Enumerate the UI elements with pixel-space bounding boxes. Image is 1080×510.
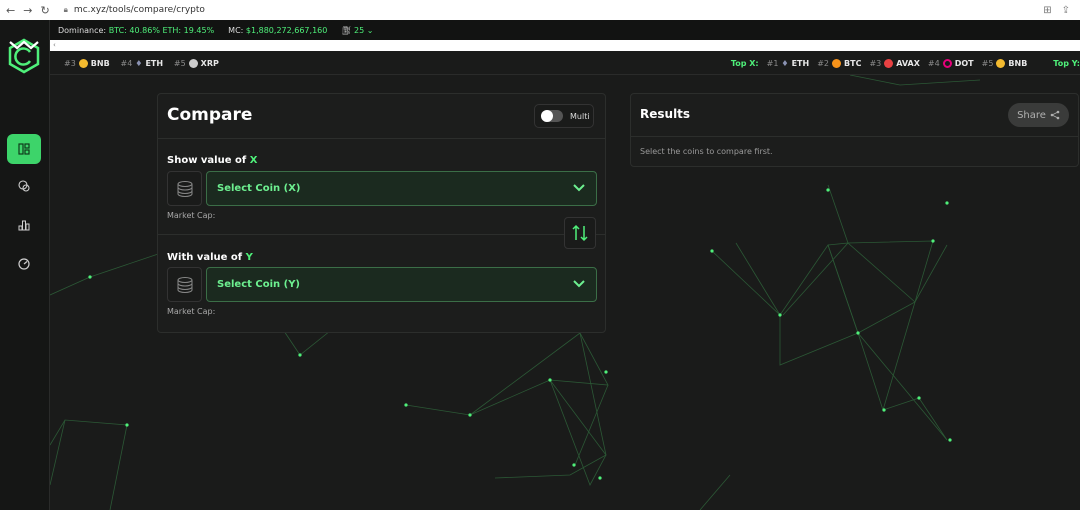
chevron-down-icon (573, 184, 585, 192)
browser-nav: ← → ↻ (6, 4, 50, 17)
xrp-icon (188, 59, 198, 68)
forward-icon[interactable]: → (23, 4, 32, 17)
gas-pump-icon: ⛽︎ (341, 25, 352, 35)
share-page-icon[interactable]: ⇪ (1062, 5, 1070, 16)
sidebar-item-compare[interactable] (7, 134, 41, 164)
coin-stack-icon (177, 180, 192, 197)
ticker-item[interactable]: #5 BNB (982, 59, 1027, 68)
coins-icon (18, 180, 30, 192)
share-icon (1050, 110, 1060, 120)
bnb-icon (78, 59, 88, 68)
gauge-icon (18, 258, 30, 270)
chart-icon (18, 220, 30, 231)
logo-icon[interactable] (8, 38, 40, 74)
swap-button[interactable] (564, 217, 596, 249)
bnb-icon (996, 59, 1006, 68)
ticker-top-x-group: Top X: #1 ♦ ETH #2 BTC #3 AVAX #4 DOT #5 BNB T… (731, 59, 1080, 68)
top-x-label: Top X: (730, 59, 759, 68)
coin-x-placeholder (167, 171, 202, 206)
chevron-down-icon: ⌄ (366, 25, 374, 35)
address-bar[interactable]: 🔒︎ mc.xyz/tools/compare/crypto (64, 5, 205, 15)
select-coin-y[interactable]: Select Coin (Y) (206, 267, 597, 302)
results-title: Results (640, 107, 691, 121)
sidebar-item-coins[interactable] (7, 171, 41, 201)
select-coin-x-label: Select Coin (X) (217, 183, 301, 194)
url-text: mc.xyz/tools/compare/crypto (73, 5, 205, 15)
gas-value: 25 (354, 25, 365, 35)
x-field-label: Show value of X (167, 155, 258, 166)
chevron-down-icon (573, 280, 585, 288)
ticker-item[interactable]: #4 DOT (928, 59, 974, 68)
sidebar (0, 20, 50, 510)
x-market-cap-label: Market Cap: (167, 211, 216, 220)
dominance-value: BTC: 40.86% ETH: 19.45% (108, 25, 215, 35)
sidebar-item-chart[interactable] (7, 210, 41, 240)
results-hint: Select the coins to compare first. (640, 147, 773, 156)
share-button[interactable]: Share (1008, 103, 1069, 127)
reload-icon[interactable]: ↻ (40, 4, 49, 17)
ticker-item[interactable]: #5 XRP (174, 59, 219, 68)
dominance-stat: Dominance: BTC: 40.86% ETH: 19.45% (58, 26, 214, 35)
mc-label: MC: (228, 25, 244, 35)
btc-icon (832, 59, 842, 68)
mc-value: $1,880,272,667,160 (245, 25, 328, 35)
y-market-cap-label: Market Cap: (167, 307, 216, 316)
share-label: Share (1017, 109, 1046, 121)
multi-label: Multi (570, 111, 590, 121)
swap-arrows-icon (572, 224, 588, 242)
translate-icon[interactable]: ⊞ (1043, 5, 1051, 16)
market-cap-stat: MC: $1,880,272,667,160 (228, 26, 327, 35)
compare-title: Compare (167, 105, 253, 125)
ticker-item[interactable]: #2 BTC (817, 59, 861, 68)
compare-panel: Compare Multi Show value of X Select Coi… (157, 93, 606, 333)
market-stat-bar: Dominance: BTC: 40.86% ETH: 19.45% MC: $… (50, 20, 1080, 40)
dominance-label: Dominance: (58, 25, 107, 35)
ticker-item[interactable]: #4 ♦ ETH (120, 59, 163, 68)
avax-icon (884, 59, 894, 68)
results-panel: Results Share Select the coins to compar… (630, 93, 1079, 167)
browser-actions: ⊞ ⇪ (1043, 5, 1070, 16)
divider (158, 138, 605, 139)
browser-toolbar: ← → ↻ 🔒︎ mc.xyz/tools/compare/crypto ⊞ ⇪ (0, 0, 1080, 20)
ticker-item[interactable]: #3 AVAX (869, 59, 920, 68)
coin-stack-icon (177, 276, 192, 293)
divider (631, 136, 1078, 137)
divider (158, 234, 605, 235)
eth-icon: ♦ (781, 59, 789, 68)
compare-icon (18, 143, 30, 155)
ticker-item[interactable]: #1 ♦ ETH (767, 59, 810, 68)
coin-y-placeholder (167, 267, 202, 302)
toggle-track[interactable] (541, 110, 563, 122)
ticker-item[interactable]: #3 BNB (64, 59, 110, 68)
top-coins-ticker: #3 BNB #4 ♦ ETH #5 XRP Top X: #1 ♦ ETH #2 BTC #… (50, 53, 1080, 75)
sidebar-item-gauge[interactable] (7, 249, 41, 279)
top-y-label: Top Y: (1053, 59, 1080, 68)
y-field-label: With value of Y (167, 252, 253, 263)
multi-toggle[interactable]: Multi (534, 104, 594, 128)
back-icon[interactable]: ← (6, 4, 15, 17)
gas-stat[interactable]: ⛽︎ 25 ⌄ (341, 26, 373, 35)
scroll-strip[interactable]: ‹ (50, 40, 1080, 51)
select-coin-y-label: Select Coin (Y) (217, 279, 301, 290)
toggle-knob (541, 110, 553, 122)
ticker-left-group: #3 BNB #4 ♦ ETH #5 XRP (64, 59, 227, 68)
eth-icon: ♦ (135, 59, 143, 68)
lock-icon: 🔒︎ (63, 5, 68, 14)
select-coin-x[interactable]: Select Coin (X) (206, 171, 597, 206)
dot-icon (942, 59, 952, 68)
